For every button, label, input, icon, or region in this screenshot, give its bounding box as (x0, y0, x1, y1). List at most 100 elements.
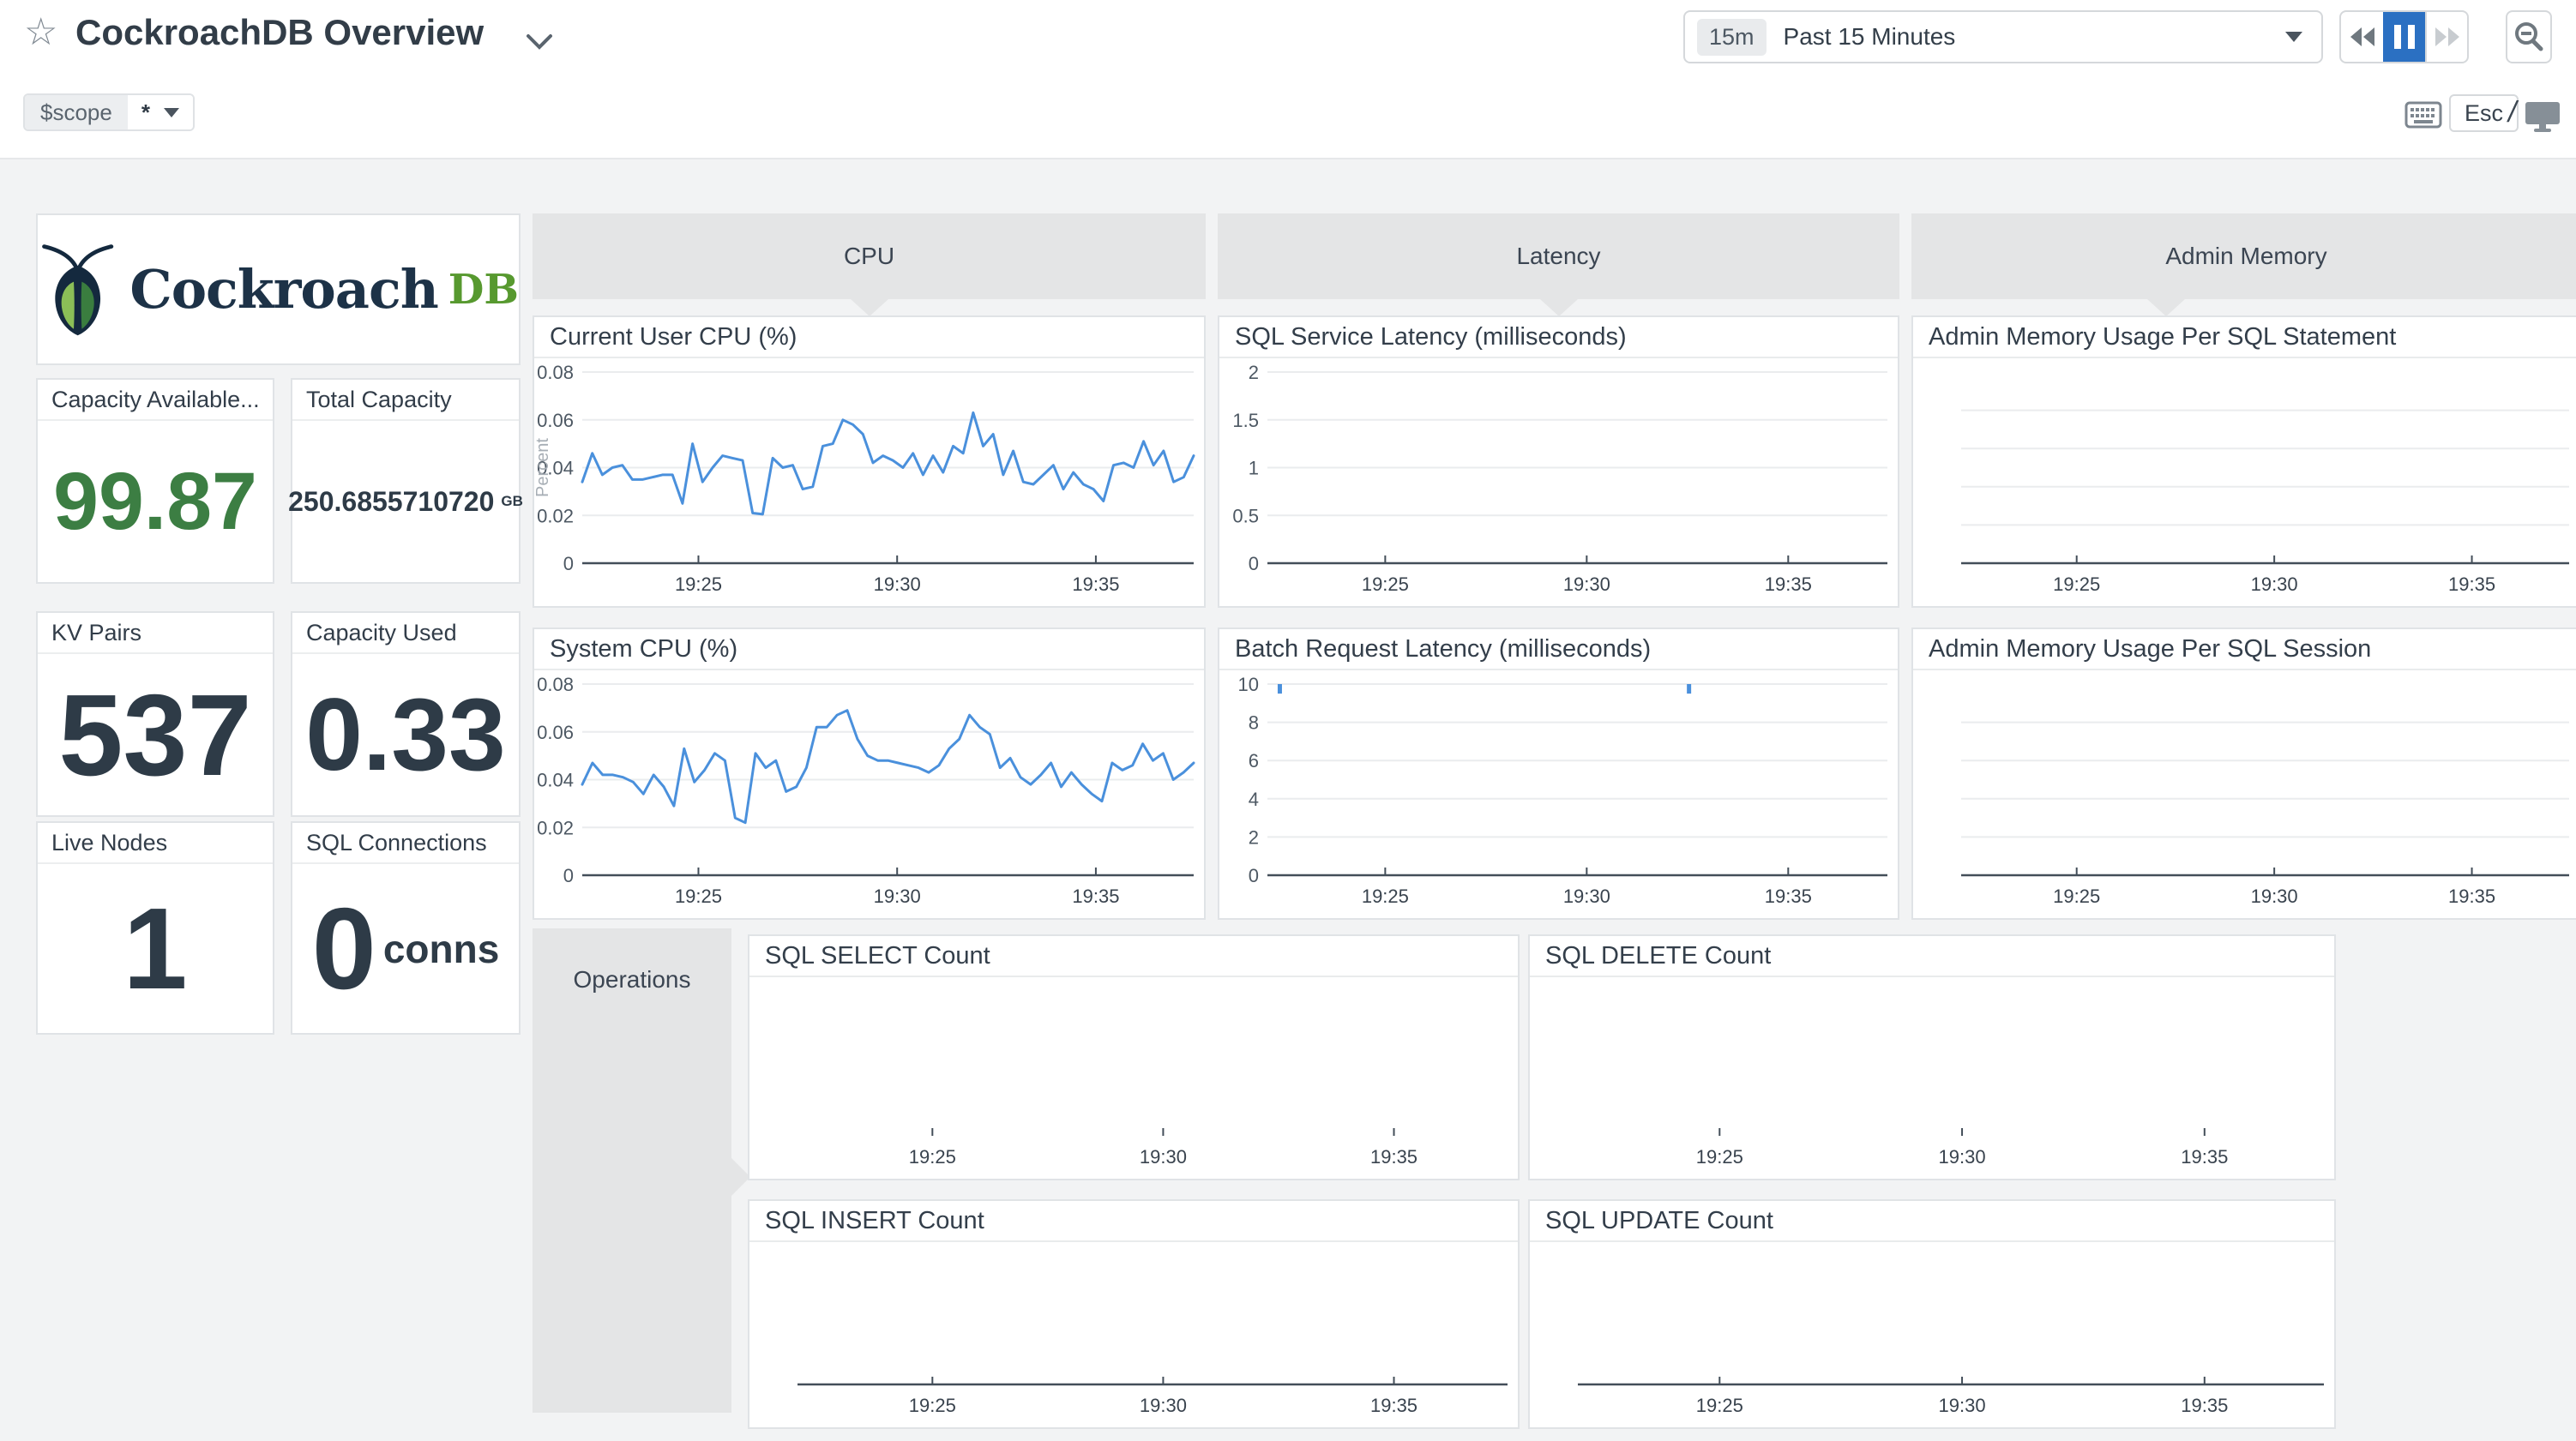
svg-text:19:25: 19:25 (1362, 886, 1409, 907)
system-cpu-chart[interactable]: 0.080.060.040.02019:2519:3019:35 (534, 670, 1204, 918)
svg-text:0.5: 0.5 (1232, 505, 1259, 526)
template-variable-scope[interactable]: $scope * (23, 93, 195, 131)
capacity-used-widget[interactable]: Capacity Used 0.33 (291, 611, 521, 817)
svg-text:19:35: 19:35 (2181, 1146, 2228, 1168)
kv-pairs-widget[interactable]: KV Pairs 537 (36, 611, 274, 817)
widget-title: Total Capacity (292, 380, 519, 421)
svg-text:8: 8 (1249, 712, 1259, 734)
rewind-button[interactable] (2341, 12, 2383, 62)
svg-text:19:35: 19:35 (1370, 1395, 1417, 1416)
widget-title: Live Nodes (38, 823, 273, 864)
time-range-badge: 15m (1697, 19, 1766, 56)
svg-text:4: 4 (1249, 789, 1259, 810)
svg-text:0.06: 0.06 (537, 410, 574, 431)
group-label: CPU (844, 243, 894, 270)
header: ☆ CockroachDB Overview 15m Past 15 Minut… (0, 0, 2576, 159)
admin-memory-session-chart[interactable]: 19:2519:3019:35 (1913, 670, 2576, 918)
sql-delete-count-chart[interactable]: 19:25 19:30 19:35 (1530, 977, 2334, 1179)
sql-update-count-chart[interactable]: 19:2519:3019:35 (1530, 1242, 2334, 1427)
svg-text:0: 0 (1249, 865, 1259, 886)
chart-widget-system-cpu[interactable]: System CPU (%) 0.080.060.040.02019:2519:… (533, 627, 1206, 920)
chart-title: SQL INSERT Count (749, 1201, 1518, 1242)
svg-text:1.5: 1.5 (1232, 410, 1259, 431)
keyboard-shortcuts-icon[interactable] (2404, 101, 2442, 129)
group-header-cpu[interactable]: CPU (533, 213, 1206, 299)
capacity-available-widget[interactable]: Capacity Available... 99.87 (36, 378, 274, 584)
svg-text:19:35: 19:35 (1072, 573, 1119, 595)
admin-memory-statement-chart[interactable]: 19:2519:3019:35 (1913, 358, 2576, 606)
scope-variable-name: $scope (25, 95, 128, 129)
scope-dropdown-caret-icon (164, 108, 179, 117)
fast-forward-icon (2434, 26, 2461, 48)
svg-text:0.06: 0.06 (537, 722, 574, 743)
cockroach-bug-icon (38, 239, 117, 340)
pause-icon (2394, 25, 2415, 49)
total-capacity-unit: GB (501, 493, 523, 510)
sql-connections-value: 0 (312, 891, 376, 1006)
widget-title: Capacity Available... (38, 380, 273, 421)
chart-widget-admin-memory-statement[interactable]: Admin Memory Usage Per SQL Statement 19:… (1911, 315, 2576, 608)
svg-text:0.02: 0.02 (537, 817, 574, 838)
chart-title: Admin Memory Usage Per SQL Session (1913, 629, 2576, 670)
logo-widget[interactable]: Cockroach DB (36, 213, 521, 365)
group-pointer (1540, 299, 1578, 316)
group-label: Admin Memory (2165, 243, 2326, 270)
current-user-cpu-chart[interactable]: 0.080.060.040.02019:2519:3019:35Percent (534, 358, 1204, 606)
sql-service-latency-chart[interactable]: 21.510.5019:2519:3019:35 (1219, 358, 1898, 606)
zoom-out-icon (2513, 21, 2545, 53)
group-header-admin-memory[interactable]: Admin Memory (1911, 213, 2576, 299)
total-capacity-widget[interactable]: Total Capacity 250.6855710720 GB (291, 378, 521, 584)
svg-text:0: 0 (1249, 553, 1259, 574)
chart-widget-sql-delete-count[interactable]: SQL DELETE Count 19:2519:3019:35 (1528, 934, 2336, 1180)
svg-text:19:35: 19:35 (1370, 1146, 1417, 1168)
chart-title: Current User CPU (%) (534, 317, 1204, 358)
zoom-out-button[interactable] (2506, 10, 2552, 63)
group-pointer (851, 299, 888, 316)
svg-text:19:25: 19:25 (1696, 1146, 1743, 1168)
sql-select-count-chart[interactable]: 19:2519:3019:35 (749, 977, 1518, 1179)
svg-text:10: 10 (1238, 674, 1259, 695)
chart-widget-current-user-cpu[interactable]: Current User CPU (%) 0.080.060.040.02019… (533, 315, 1206, 608)
live-nodes-value: 1 (123, 891, 187, 1006)
logo-brand-text: Cockroach (129, 258, 437, 321)
chart-title: Admin Memory Usage Per SQL Statement (1913, 317, 2576, 358)
svg-text:19:25: 19:25 (2053, 886, 2100, 907)
group-header-operations[interactable]: Operations (533, 928, 731, 1413)
chart-title: System CPU (%) (534, 629, 1204, 670)
svg-text:19:30: 19:30 (1140, 1146, 1187, 1168)
total-capacity-value: 250.6855710720 (288, 488, 494, 515)
dashboard-page: ☆ CockroachDB Overview 15m Past 15 Minut… (0, 0, 2576, 1441)
logo-db-text: DB (448, 266, 519, 314)
chart-widget-sql-select-count[interactable]: SQL SELECT Count 19:2519:3019:35 (748, 934, 1520, 1180)
chart-title: SQL UPDATE Count (1530, 1201, 2334, 1242)
chart-widget-sql-service-latency[interactable]: SQL Service Latency (milliseconds) 21.51… (1218, 315, 1899, 608)
svg-text:19:35: 19:35 (2448, 573, 2495, 595)
svg-text:19:30: 19:30 (1939, 1146, 1986, 1168)
capacity-available-value: 99.87 (53, 461, 257, 543)
fullscreen-tv-icon[interactable] (2525, 101, 2561, 132)
chart-widget-batch-request-latency[interactable]: Batch Request Latency (milliseconds) 108… (1218, 627, 1899, 920)
live-nodes-widget[interactable]: Live Nodes 1 (36, 821, 274, 1035)
sql-insert-count-chart[interactable]: 19:2519:3019:35 (749, 1242, 1518, 1427)
sql-connections-widget[interactable]: SQL Connections 0 conns (291, 821, 521, 1035)
svg-text:19:25: 19:25 (1362, 573, 1409, 595)
pause-button[interactable] (2383, 12, 2425, 62)
svg-text:19:35: 19:35 (2448, 886, 2495, 907)
time-range-selector[interactable]: 15m Past 15 Minutes (1683, 10, 2323, 63)
chart-widget-admin-memory-session[interactable]: Admin Memory Usage Per SQL Session 19:25… (1911, 627, 2576, 920)
capacity-used-value: 0.33 (305, 683, 506, 786)
svg-text:19:35: 19:35 (1765, 573, 1812, 595)
title-chevron-down-icon[interactable] (525, 33, 554, 51)
fast-forward-button[interactable] (2425, 12, 2467, 62)
svg-text:19:30: 19:30 (874, 573, 921, 595)
group-header-latency[interactable]: Latency (1218, 213, 1899, 299)
chart-widget-sql-insert-count[interactable]: SQL INSERT Count 19:2519:3019:35 (748, 1199, 1520, 1429)
chart-widget-sql-update-count[interactable]: SQL UPDATE Count 19:2519:3019:35 (1528, 1199, 2336, 1429)
favorite-star-icon[interactable]: ☆ (24, 14, 57, 51)
batch-request-latency-chart[interactable]: 108642019:2519:3019:35 (1219, 670, 1898, 918)
group-pointer (2147, 299, 2185, 316)
group-label: Operations (574, 966, 691, 994)
svg-text:2: 2 (1249, 362, 1259, 383)
svg-text:19:30: 19:30 (874, 886, 921, 907)
svg-text:1: 1 (1249, 458, 1259, 479)
